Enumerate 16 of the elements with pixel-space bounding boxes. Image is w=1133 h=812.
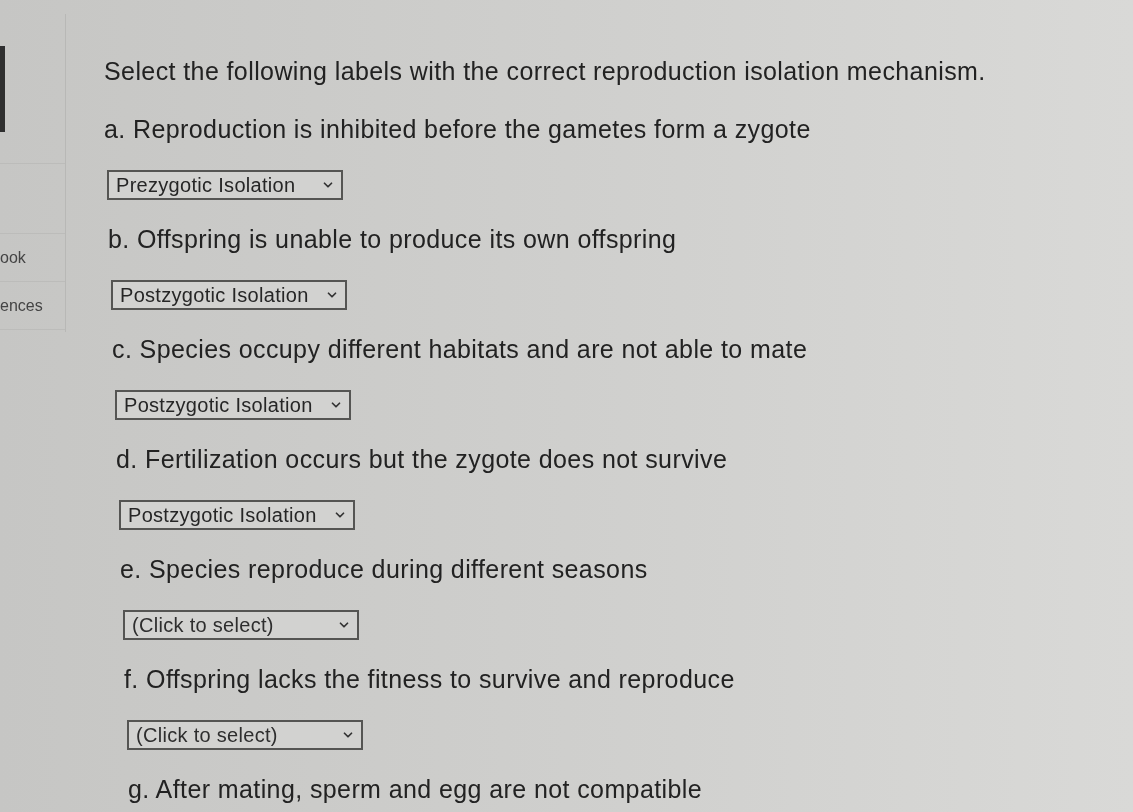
sidebar-item[interactable]: ences	[0, 297, 43, 314]
statement-text: c. Species occupy different habitats and are not able to mate	[112, 334, 808, 364]
statement-text: a. Reproduction is inhibited before the gametes form a zygote	[104, 114, 811, 144]
statement-text: e. Species reproduce during different seasons	[120, 554, 648, 584]
answer-dropdown[interactable]: Postzygotic Isolation	[119, 500, 355, 530]
statement-text: b. Offspring is unable to produce its own offspring	[108, 224, 677, 254]
statement-text: g. After mating, sperm and egg are not compatible	[128, 774, 703, 804]
sidebar-item[interactable]: ook	[0, 249, 26, 266]
answer-dropdown[interactable]: Postzygotic Isolation	[111, 280, 347, 310]
answer-dropdown[interactable]: (Click to select)	[123, 610, 359, 640]
statement-text: d. Fertilization occurs but the zygote does not survive	[116, 444, 728, 474]
question-prompt: Select the following labels with the correct reproduction isolation mechanism.	[104, 56, 986, 87]
answer-dropdown[interactable]: Prezygotic Isolation	[107, 170, 343, 200]
statement-text: f. Offspring lacks the fitness to survive and reproduce	[124, 664, 735, 694]
answer-dropdown[interactable]: Postzygotic Isolation	[115, 390, 351, 420]
answer-dropdown[interactable]: (Click to select)	[127, 720, 363, 750]
